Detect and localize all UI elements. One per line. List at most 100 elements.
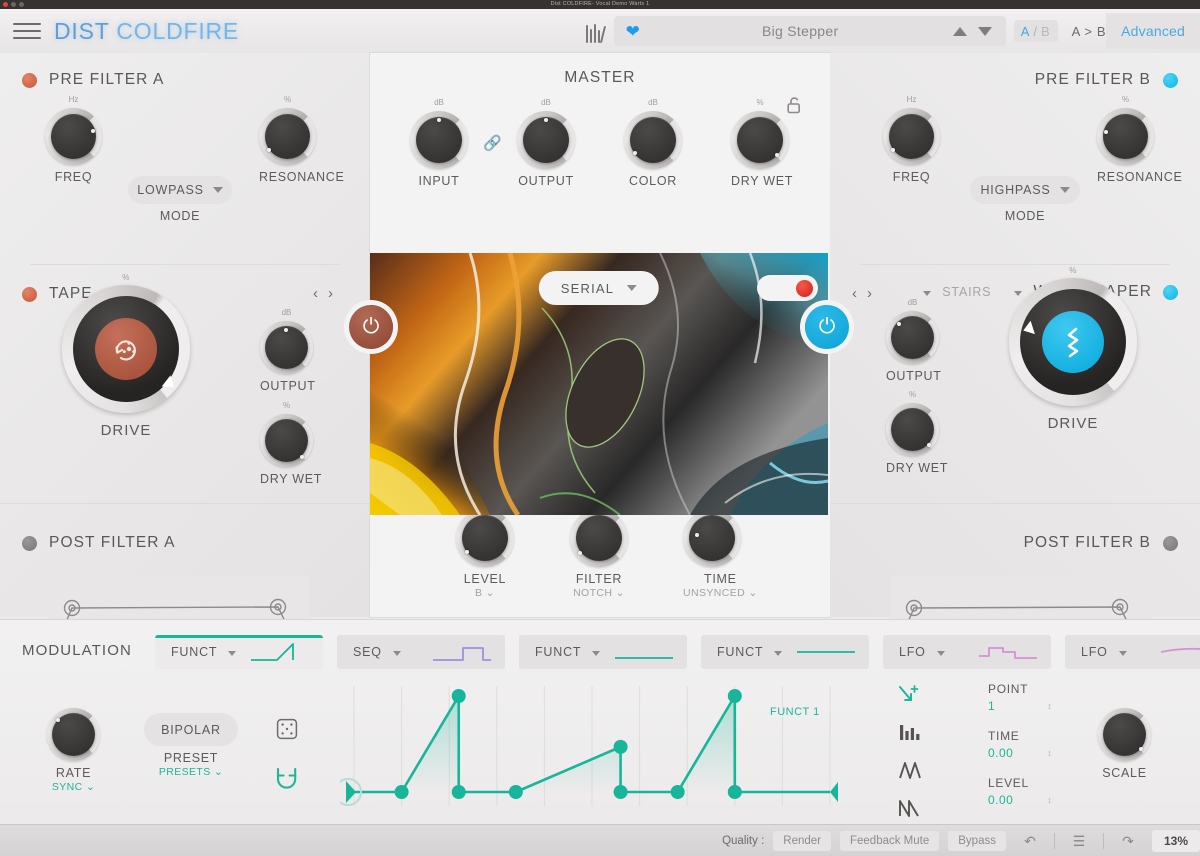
master-input-knob[interactable]: dB bbox=[410, 111, 468, 169]
unlock-icon[interactable] bbox=[786, 96, 802, 119]
modulation-tab-1[interactable]: SEQ bbox=[337, 635, 505, 669]
library-icon[interactable] bbox=[582, 19, 608, 43]
preset-nav[interactable] bbox=[953, 27, 992, 36]
add-point-icon[interactable] bbox=[898, 684, 922, 709]
module-b-next-button[interactable]: › bbox=[867, 285, 872, 302]
time-stepper[interactable]: ↕ bbox=[1045, 749, 1054, 757]
chevron-down-icon[interactable] bbox=[592, 651, 600, 656]
pre-filter-a-resonance-knob[interactable]: % bbox=[259, 108, 316, 165]
modulation-preset-select[interactable]: PRESETS ⌄ bbox=[144, 766, 238, 778]
level-stepper[interactable]: ↕ bbox=[1045, 796, 1054, 804]
module-a-next-button[interactable]: › bbox=[328, 285, 333, 302]
advanced-button[interactable]: Advanced bbox=[1106, 13, 1200, 49]
pre-filter-a-res-label: RESONANCE bbox=[259, 170, 344, 184]
spectrum-visualizer[interactable]: SERIAL bbox=[370, 253, 828, 515]
preset-browser[interactable]: ❤ Big Stepper bbox=[614, 16, 1006, 46]
routing-mode-select[interactable]: SERIAL bbox=[539, 271, 659, 305]
post-filter-a-led[interactable] bbox=[22, 536, 37, 551]
master-input-label: INPUT bbox=[410, 174, 468, 188]
pre-filter-b-led[interactable] bbox=[1163, 73, 1178, 88]
bypass-button[interactable]: Bypass bbox=[948, 831, 1006, 851]
function-curve-editor[interactable] bbox=[340, 686, 856, 806]
chevron-down-icon[interactable] bbox=[923, 291, 931, 296]
master-color-knob[interactable]: dB bbox=[624, 111, 682, 169]
feedback-sync-select[interactable]: UNSYNCED ⌄ bbox=[683, 587, 758, 599]
time-value[interactable]: 0.00 bbox=[988, 746, 1013, 760]
module-b-subtitle[interactable]: STAIRS bbox=[942, 285, 991, 299]
level-label: LEVEL bbox=[988, 776, 1054, 790]
redo-icon[interactable]: ↷ bbox=[1113, 830, 1143, 852]
chevron-down-icon[interactable] bbox=[937, 651, 945, 656]
master-output-knob[interactable]: dB bbox=[517, 111, 575, 169]
chevron-down-icon[interactable] bbox=[228, 651, 236, 656]
point-stepper[interactable]: ↕ bbox=[1045, 702, 1054, 710]
modulation-scale-knob[interactable] bbox=[1098, 708, 1151, 761]
point-value[interactable]: 1 bbox=[988, 699, 995, 713]
modulation-tab-3[interactable]: FUNCT bbox=[701, 635, 869, 669]
ab-copy-button[interactable]: A > B bbox=[1072, 24, 1106, 39]
magnet-icon[interactable] bbox=[274, 766, 300, 795]
pre-filter-a-led[interactable] bbox=[22, 73, 37, 88]
saw-wave-icon[interactable] bbox=[898, 798, 922, 823]
triangle-up-icon[interactable] bbox=[953, 27, 967, 36]
modulation-rate-sync-select[interactable]: SYNC ⌄ bbox=[47, 781, 100, 793]
bars-icon[interactable] bbox=[898, 722, 922, 747]
post-filter-a-title: POST FILTER A bbox=[49, 534, 176, 552]
list-icon[interactable]: ☰ bbox=[1064, 830, 1094, 852]
render-button[interactable]: Render bbox=[773, 831, 831, 851]
multiband-filter-knob[interactable]: Hz bbox=[570, 509, 628, 567]
chevron-down-icon[interactable] bbox=[774, 651, 782, 656]
bipolar-button[interactable]: BIPOLAR bbox=[144, 713, 238, 746]
level-value[interactable]: 0.00 bbox=[988, 793, 1013, 807]
module-a-output-knob[interactable]: dB bbox=[260, 321, 313, 374]
hamburger-icon[interactable] bbox=[13, 19, 41, 43]
feedback-time-knob[interactable]: ms bbox=[683, 509, 741, 567]
post-filter-b-led[interactable] bbox=[1163, 536, 1178, 551]
module-b-led[interactable] bbox=[1163, 285, 1178, 300]
multiband-filter-type-select[interactable]: NOTCH ⌄ bbox=[570, 587, 628, 599]
triangle-down-icon[interactable] bbox=[978, 27, 992, 36]
module-a-led[interactable] bbox=[22, 287, 37, 302]
ab-a-button[interactable]: A bbox=[1021, 24, 1031, 39]
main-body: PRE FILTER A Hz FREQ LOWPASS MODE bbox=[0, 53, 1200, 617]
multiband-band-select[interactable]: B ⌄ bbox=[456, 587, 514, 599]
link-icon[interactable]: 🔗 bbox=[483, 134, 502, 152]
pre-filter-b-freq-knob[interactable]: Hz bbox=[883, 108, 940, 165]
pre-filter-b-mode-select[interactable]: HIGHPASS bbox=[970, 176, 1080, 204]
ab-visual-toggle[interactable] bbox=[757, 275, 818, 301]
master-output-label: OUTPUT bbox=[517, 174, 575, 188]
modulation-tab-5[interactable]: LFO bbox=[1065, 635, 1200, 669]
module-b-output-knob[interactable]: dB bbox=[886, 311, 939, 364]
modulation-tab-0[interactable]: FUNCT bbox=[155, 635, 323, 669]
multiband-level-knob[interactable]: dB bbox=[456, 509, 514, 567]
module-a-prev-button[interactable]: ‹ bbox=[313, 285, 318, 302]
chevron-down-icon[interactable] bbox=[1119, 651, 1127, 656]
modulation-rate-knob[interactable] bbox=[47, 708, 100, 761]
module-a-drive-knob[interactable] bbox=[62, 285, 190, 413]
pre-filter-a-freq-knob[interactable]: Hz bbox=[45, 108, 102, 165]
triangle-wave-icon[interactable] bbox=[898, 760, 922, 785]
module-a-drywet-knob[interactable]: % bbox=[260, 414, 313, 467]
module-a-power-button[interactable]: ⏻ bbox=[349, 305, 393, 349]
modulation-tab-2[interactable]: FUNCT bbox=[519, 635, 687, 669]
preset-name[interactable]: Big Stepper bbox=[648, 23, 953, 39]
dice-icon[interactable] bbox=[276, 718, 298, 745]
module-b-power-button[interactable]: ⏻ bbox=[805, 305, 849, 349]
ab-b-button[interactable]: B bbox=[1041, 24, 1051, 39]
module-a-output-unit: dB bbox=[260, 308, 313, 317]
module-b-drive-label: DRIVE bbox=[1009, 415, 1137, 432]
module-b-prev-button[interactable]: ‹ bbox=[852, 285, 857, 302]
chevron-down-icon[interactable] bbox=[393, 651, 401, 656]
pre-filter-b-resonance-knob[interactable]: % bbox=[1097, 108, 1154, 165]
heart-icon[interactable]: ❤ bbox=[618, 23, 648, 40]
ab-selector[interactable]: A / B bbox=[1014, 20, 1058, 42]
master-drywet-knob[interactable]: % bbox=[731, 111, 789, 169]
undo-icon[interactable]: ↶ bbox=[1015, 830, 1045, 852]
modulation-tab-4[interactable]: LFO bbox=[883, 635, 1051, 669]
module-b-drywet-knob[interactable]: % bbox=[886, 403, 939, 456]
feedback-mute-button[interactable]: Feedback Mute bbox=[840, 831, 939, 851]
brand-part1: DIST bbox=[54, 18, 116, 44]
cpu-meter[interactable]: 13% bbox=[1152, 830, 1200, 852]
pre-filter-a-mode-select[interactable]: LOWPASS bbox=[128, 176, 232, 204]
module-b-drive-knob[interactable] bbox=[1009, 278, 1137, 406]
